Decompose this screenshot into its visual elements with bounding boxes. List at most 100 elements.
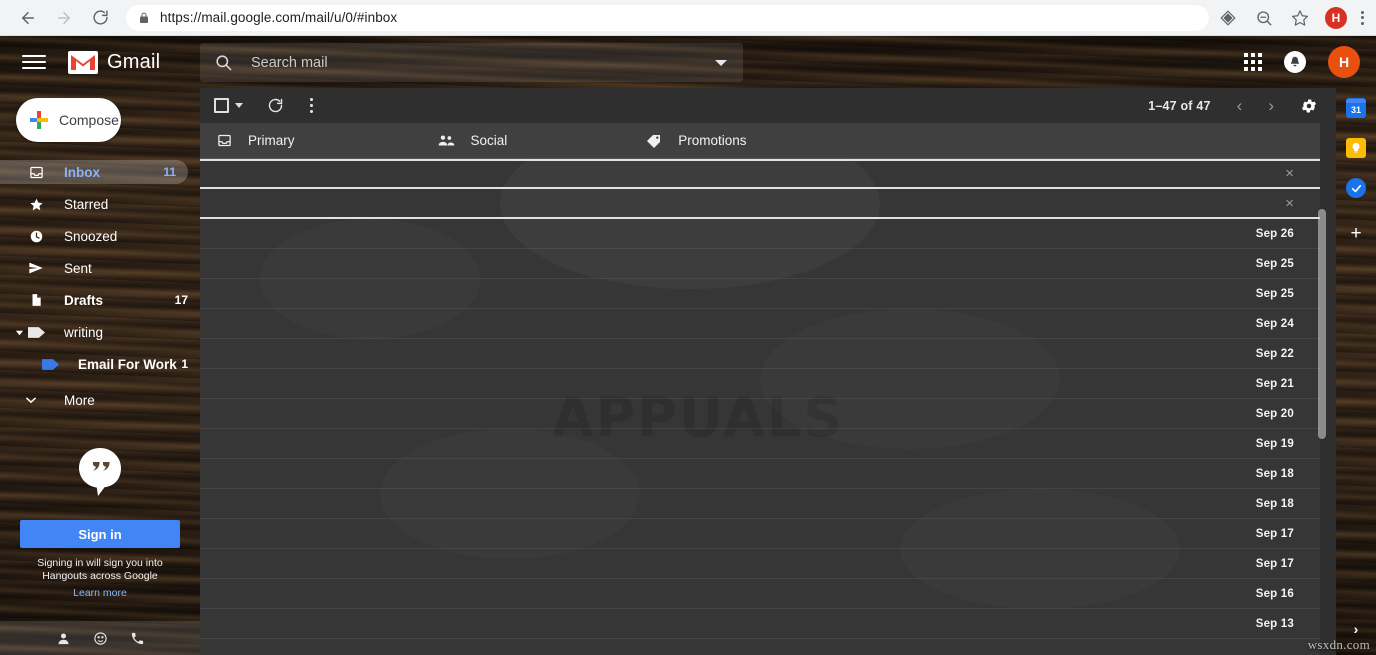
- send-icon: [26, 260, 46, 276]
- emoji-smiley-icon[interactable]: [93, 631, 108, 646]
- forward-arrow-icon: [58, 11, 70, 24]
- table-row[interactable]: Sep 24: [200, 309, 1320, 339]
- sidebar-item-label: Sent: [64, 260, 92, 276]
- gmail-app: Gmail Search mail H Compose Inbox 11 Sta…: [0, 36, 1376, 655]
- search-placeholder-text: Search mail: [251, 54, 328, 71]
- back-button[interactable]: [12, 2, 44, 34]
- row-divider: [200, 159, 1320, 161]
- phone-call-icon[interactable]: [130, 631, 145, 646]
- list-toolbar: 1–47 of 47 ‹ ›: [200, 88, 1336, 123]
- clock-icon: [26, 229, 46, 244]
- scrollbar-thumb[interactable]: [1318, 209, 1326, 439]
- search-options-caret-icon[interactable]: [715, 59, 727, 66]
- gmail-logo-icon: [68, 50, 98, 74]
- table-row[interactable]: ×: [200, 159, 1320, 189]
- gmail-header-actions: H: [1244, 36, 1360, 88]
- browser-toolbar-actions: H: [1217, 6, 1376, 29]
- hangouts-panel: Sign in Signing in will sign you into Ha…: [0, 446, 200, 601]
- pagination-range: 1–47 of 47: [1148, 98, 1211, 113]
- main-menu-icon[interactable]: [22, 55, 46, 69]
- account-avatar[interactable]: H: [1328, 46, 1360, 78]
- table-row[interactable]: Sep 26: [200, 219, 1320, 249]
- sidebar-item-writing[interactable]: writing: [0, 320, 200, 344]
- sidebar-item-email-for-work[interactable]: Email For Work 1: [0, 352, 200, 376]
- hangouts-note-text: Signing in will sign you into Hangouts a…: [37, 557, 163, 582]
- inbox-tab-icon: [214, 133, 234, 148]
- dismiss-ad-icon[interactable]: ×: [1285, 196, 1294, 211]
- tab-promotions[interactable]: Promotions: [644, 133, 747, 149]
- tab-primary[interactable]: Primary: [214, 133, 295, 148]
- select-all-checkbox[interactable]: [214, 98, 229, 113]
- bookmark-star-icon[interactable]: [1289, 7, 1311, 29]
- tab-social[interactable]: Social: [437, 133, 508, 148]
- sidebar-nav-list: Inbox 11 Starred Snoozed Sent Drafts 17 …: [0, 160, 200, 412]
- add-addon-icon[interactable]: +: [1350, 224, 1361, 243]
- toolbar-more-menu-icon[interactable]: [310, 98, 313, 113]
- zoom-icon[interactable]: [1253, 7, 1275, 29]
- browser-profile-avatar[interactable]: H: [1325, 6, 1347, 29]
- cast-icon[interactable]: [1217, 7, 1239, 29]
- sidebar-item-sent[interactable]: Sent: [0, 256, 200, 280]
- table-row[interactable]: ×: [200, 189, 1320, 219]
- apps-grid-icon[interactable]: [1244, 53, 1262, 71]
- list-scrollbar[interactable]: [1318, 159, 1326, 655]
- tab-label: Social: [470, 133, 508, 148]
- table-row[interactable]: Sep 16: [200, 579, 1320, 609]
- table-row[interactable]: Sep 17: [200, 519, 1320, 549]
- gmail-header: Gmail Search mail H: [0, 36, 1376, 88]
- search-icon: [214, 53, 233, 72]
- hangouts-learn-more-link[interactable]: Learn more: [0, 583, 200, 601]
- sidebar: Compose Inbox 11 Starred Snoozed Sent Dr…: [0, 88, 200, 655]
- forward-button[interactable]: [48, 2, 80, 34]
- site-watermark: wsxdn.com: [1307, 637, 1370, 652]
- email-date: Sep 18: [1255, 497, 1294, 510]
- settings-gear-icon[interactable]: [1300, 97, 1318, 115]
- compose-button[interactable]: Compose: [16, 98, 121, 142]
- select-all-caret-icon[interactable]: [235, 103, 243, 108]
- sidebar-item-inbox[interactable]: Inbox 11: [0, 160, 188, 184]
- table-row[interactable]: Sep 18: [200, 459, 1320, 489]
- dismiss-ad-icon[interactable]: ×: [1285, 166, 1294, 181]
- email-date: Sep 25: [1255, 257, 1294, 270]
- calendar-icon[interactable]: 31: [1346, 98, 1366, 118]
- refresh-icon[interactable]: [267, 97, 284, 114]
- toolbar-right-actions: 1–47 of 47 ‹ ›: [1148, 88, 1318, 123]
- contact-person-icon[interactable]: [56, 631, 71, 646]
- table-row[interactable]: Sep 19: [200, 429, 1320, 459]
- prev-page-icon[interactable]: ‹: [1237, 97, 1243, 114]
- sidebar-item-more[interactable]: More: [0, 388, 200, 412]
- collapse-triangle-icon[interactable]: [14, 327, 24, 337]
- address-bar[interactable]: https://mail.google.com/mail/u/0/#inbox: [126, 4, 1209, 31]
- search-input[interactable]: Search mail: [200, 43, 743, 82]
- table-row[interactable]: Sep 20: [200, 399, 1320, 429]
- email-list[interactable]: APPUALS × × Sep 26 Sep 25 Sep 25 Sep 24 …: [200, 159, 1320, 655]
- table-row[interactable]: Sep 21: [200, 369, 1320, 399]
- hangouts-signin-button[interactable]: Sign in: [20, 520, 180, 548]
- tasks-icon[interactable]: [1346, 178, 1366, 198]
- email-date: Sep 20: [1255, 407, 1294, 420]
- table-row[interactable]: Sep 22: [200, 339, 1320, 369]
- inbox-icon: [26, 165, 46, 180]
- next-page-icon[interactable]: ›: [1268, 97, 1274, 114]
- star-icon: [26, 197, 46, 212]
- table-row[interactable]: Sep 25: [200, 279, 1320, 309]
- email-date: Sep 22: [1255, 347, 1294, 360]
- table-row[interactable]: Sep 25: [200, 249, 1320, 279]
- email-date: Sep 16: [1255, 587, 1294, 600]
- email-date: Sep 13: [1255, 617, 1294, 630]
- chrome-menu-icon[interactable]: [1361, 10, 1364, 25]
- sidebar-item-label: Starred: [64, 196, 109, 212]
- keep-icon[interactable]: [1346, 138, 1366, 158]
- inbox-category-tabs: Primary Social Promotions: [200, 123, 1320, 159]
- notifications-bell-icon[interactable]: [1284, 51, 1306, 73]
- email-date: Sep 17: [1255, 527, 1294, 540]
- sidebar-item-drafts[interactable]: Drafts 17: [0, 288, 200, 312]
- table-row[interactable]: Sep 18: [200, 489, 1320, 519]
- table-row[interactable]: Sep 17: [200, 549, 1320, 579]
- table-row[interactable]: Sep 13: [200, 609, 1320, 639]
- expand-side-panel-icon[interactable]: ›: [1354, 621, 1359, 637]
- sidebar-item-starred[interactable]: Starred: [0, 192, 200, 216]
- reload-button[interactable]: [84, 2, 116, 34]
- back-arrow-icon: [22, 11, 34, 24]
- sidebar-item-snoozed[interactable]: Snoozed: [0, 224, 200, 248]
